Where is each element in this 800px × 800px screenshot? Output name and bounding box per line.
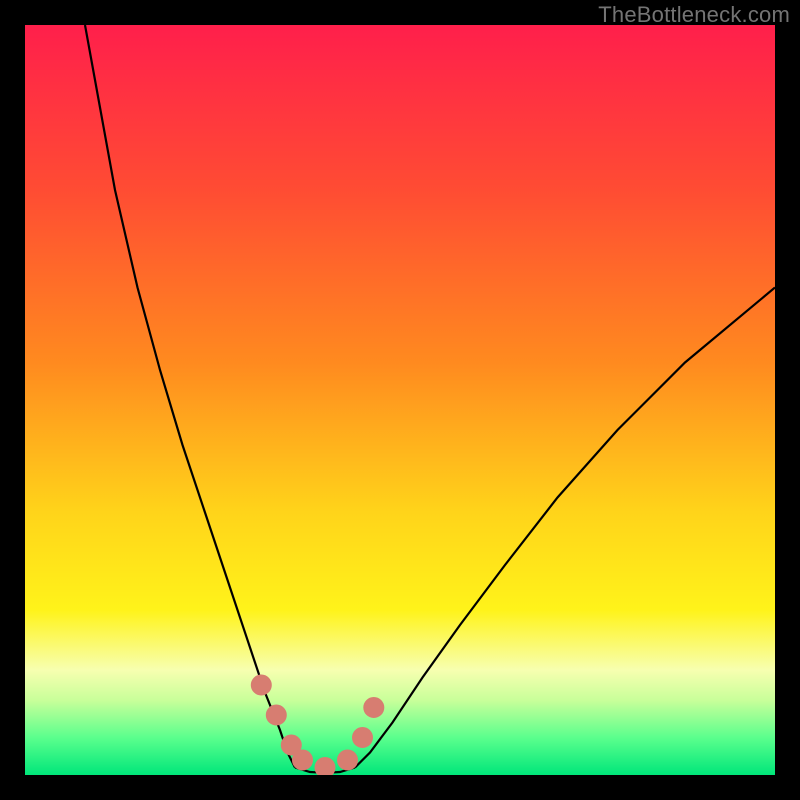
valley-marker xyxy=(353,728,373,748)
valley-marker xyxy=(251,675,271,695)
valley-marker xyxy=(338,750,358,770)
curve-right-arm xyxy=(355,288,775,768)
valley-marker xyxy=(364,698,384,718)
curve-left-arm xyxy=(85,25,295,768)
curve-layer xyxy=(25,25,775,775)
chart-frame: TheBottleneck.com xyxy=(0,0,800,800)
plot-area xyxy=(25,25,775,775)
watermark-text: TheBottleneck.com xyxy=(598,2,790,28)
valley-marker xyxy=(315,758,335,776)
valley-marker xyxy=(293,750,313,770)
valley-marker xyxy=(266,705,286,725)
